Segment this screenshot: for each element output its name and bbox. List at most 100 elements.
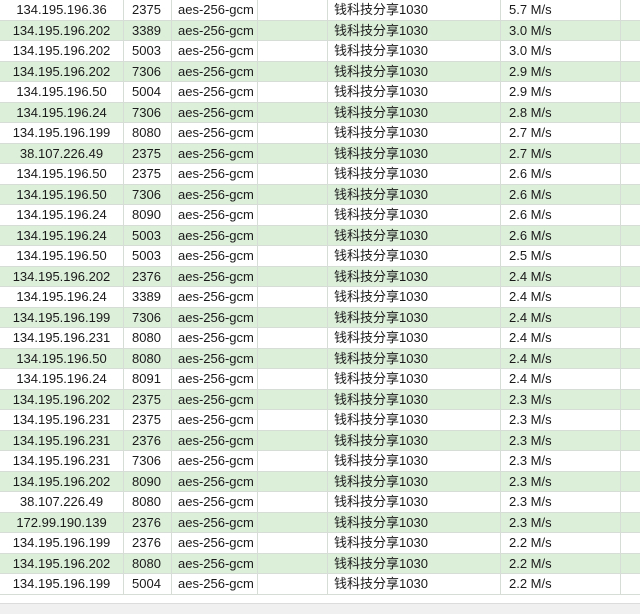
table-row[interactable]: 134.195.196.231 2376 aes-256-gcm 钱科技分享1030 2… <box>0 430 640 451</box>
cell-empty <box>258 205 328 225</box>
cell-filler <box>621 267 640 287</box>
cell-filler <box>621 533 640 553</box>
cell-filler <box>621 164 640 184</box>
cell-remark: 钱科技分享1030 <box>328 307 501 327</box>
cell-empty <box>258 123 328 143</box>
cell-cipher: aes-256-gcm <box>172 533 258 553</box>
cell-ip: 134.195.196.24 <box>0 225 124 245</box>
cell-cipher: aes-256-gcm <box>172 430 258 450</box>
cell-ip: 134.195.196.50 <box>0 348 124 368</box>
table-row[interactable]: 134.195.196.231 7306 aes-256-gcm 钱科技分享1030 2… <box>0 451 640 472</box>
cell-filler <box>621 144 640 164</box>
horizontal-scrollbar[interactable] <box>0 603 640 614</box>
table-row[interactable]: 134.195.196.24 3389 aes-256-gcm 钱科技分享1030 2.… <box>0 287 640 308</box>
cell-speed: 2.9 M/s <box>501 82 621 102</box>
cell-remark: 钱科技分享1030 <box>328 492 501 512</box>
cell-port: 8080 <box>124 348 172 368</box>
cell-port: 8090 <box>124 205 172 225</box>
cell-ip: 134.195.196.50 <box>0 164 124 184</box>
cell-port: 2376 <box>124 512 172 532</box>
cell-ip: 134.195.196.199 <box>0 307 124 327</box>
cell-speed: 2.7 M/s <box>501 143 621 163</box>
cell-speed: 2.3 M/s <box>501 410 621 430</box>
cell-empty <box>258 512 328 532</box>
cell-filler <box>621 349 640 369</box>
cell-ip: 134.195.196.231 <box>0 410 124 430</box>
cell-speed: 2.6 M/s <box>501 164 621 184</box>
cell-empty <box>258 574 328 594</box>
cell-cipher: aes-256-gcm <box>172 164 258 184</box>
table-row[interactable]: 38.107.226.49 2375 aes-256-gcm 钱科技分享1030 2.7… <box>0 143 640 164</box>
table-row[interactable]: 134.195.196.50 5003 aes-256-gcm 钱科技分享1030 2.… <box>0 246 640 267</box>
cell-filler <box>621 246 640 266</box>
cell-empty <box>258 266 328 286</box>
cell-remark: 钱科技分享1030 <box>328 574 501 594</box>
cell-speed: 2.8 M/s <box>501 102 621 122</box>
cell-ip: 134.195.196.24 <box>0 205 124 225</box>
cell-ip: 134.195.196.199 <box>0 533 124 553</box>
cell-filler <box>621 472 640 492</box>
table-row[interactable]: 134.195.196.202 5003 aes-256-gcm 钱科技分享1030 3… <box>0 41 640 62</box>
table-row[interactable]: 134.195.196.36 2375 aes-256-gcm 钱科技分享1030 5.… <box>0 0 640 21</box>
cell-speed: 2.6 M/s <box>501 205 621 225</box>
table-row[interactable]: 134.195.196.231 8080 aes-256-gcm 钱科技分享1030 2… <box>0 328 640 349</box>
table-row[interactable]: 134.195.196.24 5003 aes-256-gcm 钱科技分享1030 2.… <box>0 225 640 246</box>
table-row[interactable]: 134.195.196.202 7306 aes-256-gcm 钱科技分享1030 2… <box>0 61 640 82</box>
server-list-table: 134.195.196.36 2375 aes-256-gcm 钱科技分享1030 5.… <box>0 0 640 595</box>
table-row[interactable]: 172.99.190.139 2376 aes-256-gcm 钱科技分享1030 2.… <box>0 512 640 533</box>
table-row[interactable]: 134.195.196.199 5004 aes-256-gcm 钱科技分享1030 2… <box>0 574 640 595</box>
cell-filler <box>621 287 640 307</box>
cell-filler <box>621 226 640 246</box>
cell-empty <box>258 246 328 266</box>
table-row[interactable]: 134.195.196.199 2376 aes-256-gcm 钱科技分享1030 2… <box>0 533 640 554</box>
cell-cipher: aes-256-gcm <box>172 184 258 204</box>
table-row[interactable]: 38.107.226.49 8080 aes-256-gcm 钱科技分享1030 2.3… <box>0 492 640 513</box>
table-row[interactable]: 134.195.196.199 7306 aes-256-gcm 钱科技分享1030 2… <box>0 307 640 328</box>
table-row[interactable]: 134.195.196.202 8090 aes-256-gcm 钱科技分享1030 2… <box>0 471 640 492</box>
table-row[interactable]: 134.195.196.231 2375 aes-256-gcm 钱科技分享1030 2… <box>0 410 640 431</box>
cell-cipher: aes-256-gcm <box>172 348 258 368</box>
cell-cipher: aes-256-gcm <box>172 389 258 409</box>
cell-filler <box>621 21 640 41</box>
table-row[interactable]: 134.195.196.50 2375 aes-256-gcm 钱科技分享1030 2.… <box>0 164 640 185</box>
table-row[interactable]: 134.195.196.24 7306 aes-256-gcm 钱科技分享1030 2.… <box>0 102 640 123</box>
cell-port: 8090 <box>124 471 172 491</box>
cell-remark: 钱科技分享1030 <box>328 246 501 266</box>
cell-empty <box>258 369 328 389</box>
cell-ip: 38.107.226.49 <box>0 492 124 512</box>
table-row[interactable]: 134.195.196.202 8080 aes-256-gcm 钱科技分享1030 2… <box>0 553 640 574</box>
table-row[interactable]: 134.195.196.199 8080 aes-256-gcm 钱科技分享1030 2… <box>0 123 640 144</box>
table-row[interactable]: 134.195.196.202 2376 aes-256-gcm 钱科技分享1030 2… <box>0 266 640 287</box>
cell-empty <box>258 492 328 512</box>
cell-filler <box>621 328 640 348</box>
table-row[interactable]: 134.195.196.50 8080 aes-256-gcm 钱科技分享1030 2.… <box>0 348 640 369</box>
table-row[interactable]: 134.195.196.50 7306 aes-256-gcm 钱科技分享1030 2.… <box>0 184 640 205</box>
table-row[interactable]: 134.195.196.202 3389 aes-256-gcm 钱科技分享1030 3… <box>0 20 640 41</box>
cell-port: 2375 <box>124 143 172 163</box>
cell-speed: 3.0 M/s <box>501 41 621 61</box>
cell-remark: 钱科技分享1030 <box>328 61 501 81</box>
cell-empty <box>258 553 328 573</box>
cell-cipher: aes-256-gcm <box>172 61 258 81</box>
cell-speed: 2.7 M/s <box>501 123 621 143</box>
table-row[interactable]: 134.195.196.202 2375 aes-256-gcm 钱科技分享1030 2… <box>0 389 640 410</box>
cell-empty <box>258 348 328 368</box>
cell-empty <box>258 102 328 122</box>
table-row[interactable]: 134.195.196.50 5004 aes-256-gcm 钱科技分享1030 2.… <box>0 82 640 103</box>
table-row[interactable]: 134.195.196.24 8090 aes-256-gcm 钱科技分享1030 2.… <box>0 205 640 226</box>
cell-filler <box>621 308 640 328</box>
cell-empty <box>258 328 328 348</box>
cell-cipher: aes-256-gcm <box>172 328 258 348</box>
cell-ip: 134.195.196.202 <box>0 61 124 81</box>
cell-cipher: aes-256-gcm <box>172 369 258 389</box>
cell-filler <box>621 410 640 430</box>
cell-speed: 2.3 M/s <box>501 430 621 450</box>
table-row[interactable]: 134.195.196.24 8091 aes-256-gcm 钱科技分享1030 2.… <box>0 369 640 390</box>
cell-speed: 2.4 M/s <box>501 287 621 307</box>
cell-remark: 钱科技分享1030 <box>328 471 501 491</box>
cell-cipher: aes-256-gcm <box>172 410 258 430</box>
cell-ip: 134.195.196.24 <box>0 287 124 307</box>
cell-ip: 134.195.196.50 <box>0 82 124 102</box>
cell-port: 8080 <box>124 328 172 348</box>
cell-empty <box>258 225 328 245</box>
